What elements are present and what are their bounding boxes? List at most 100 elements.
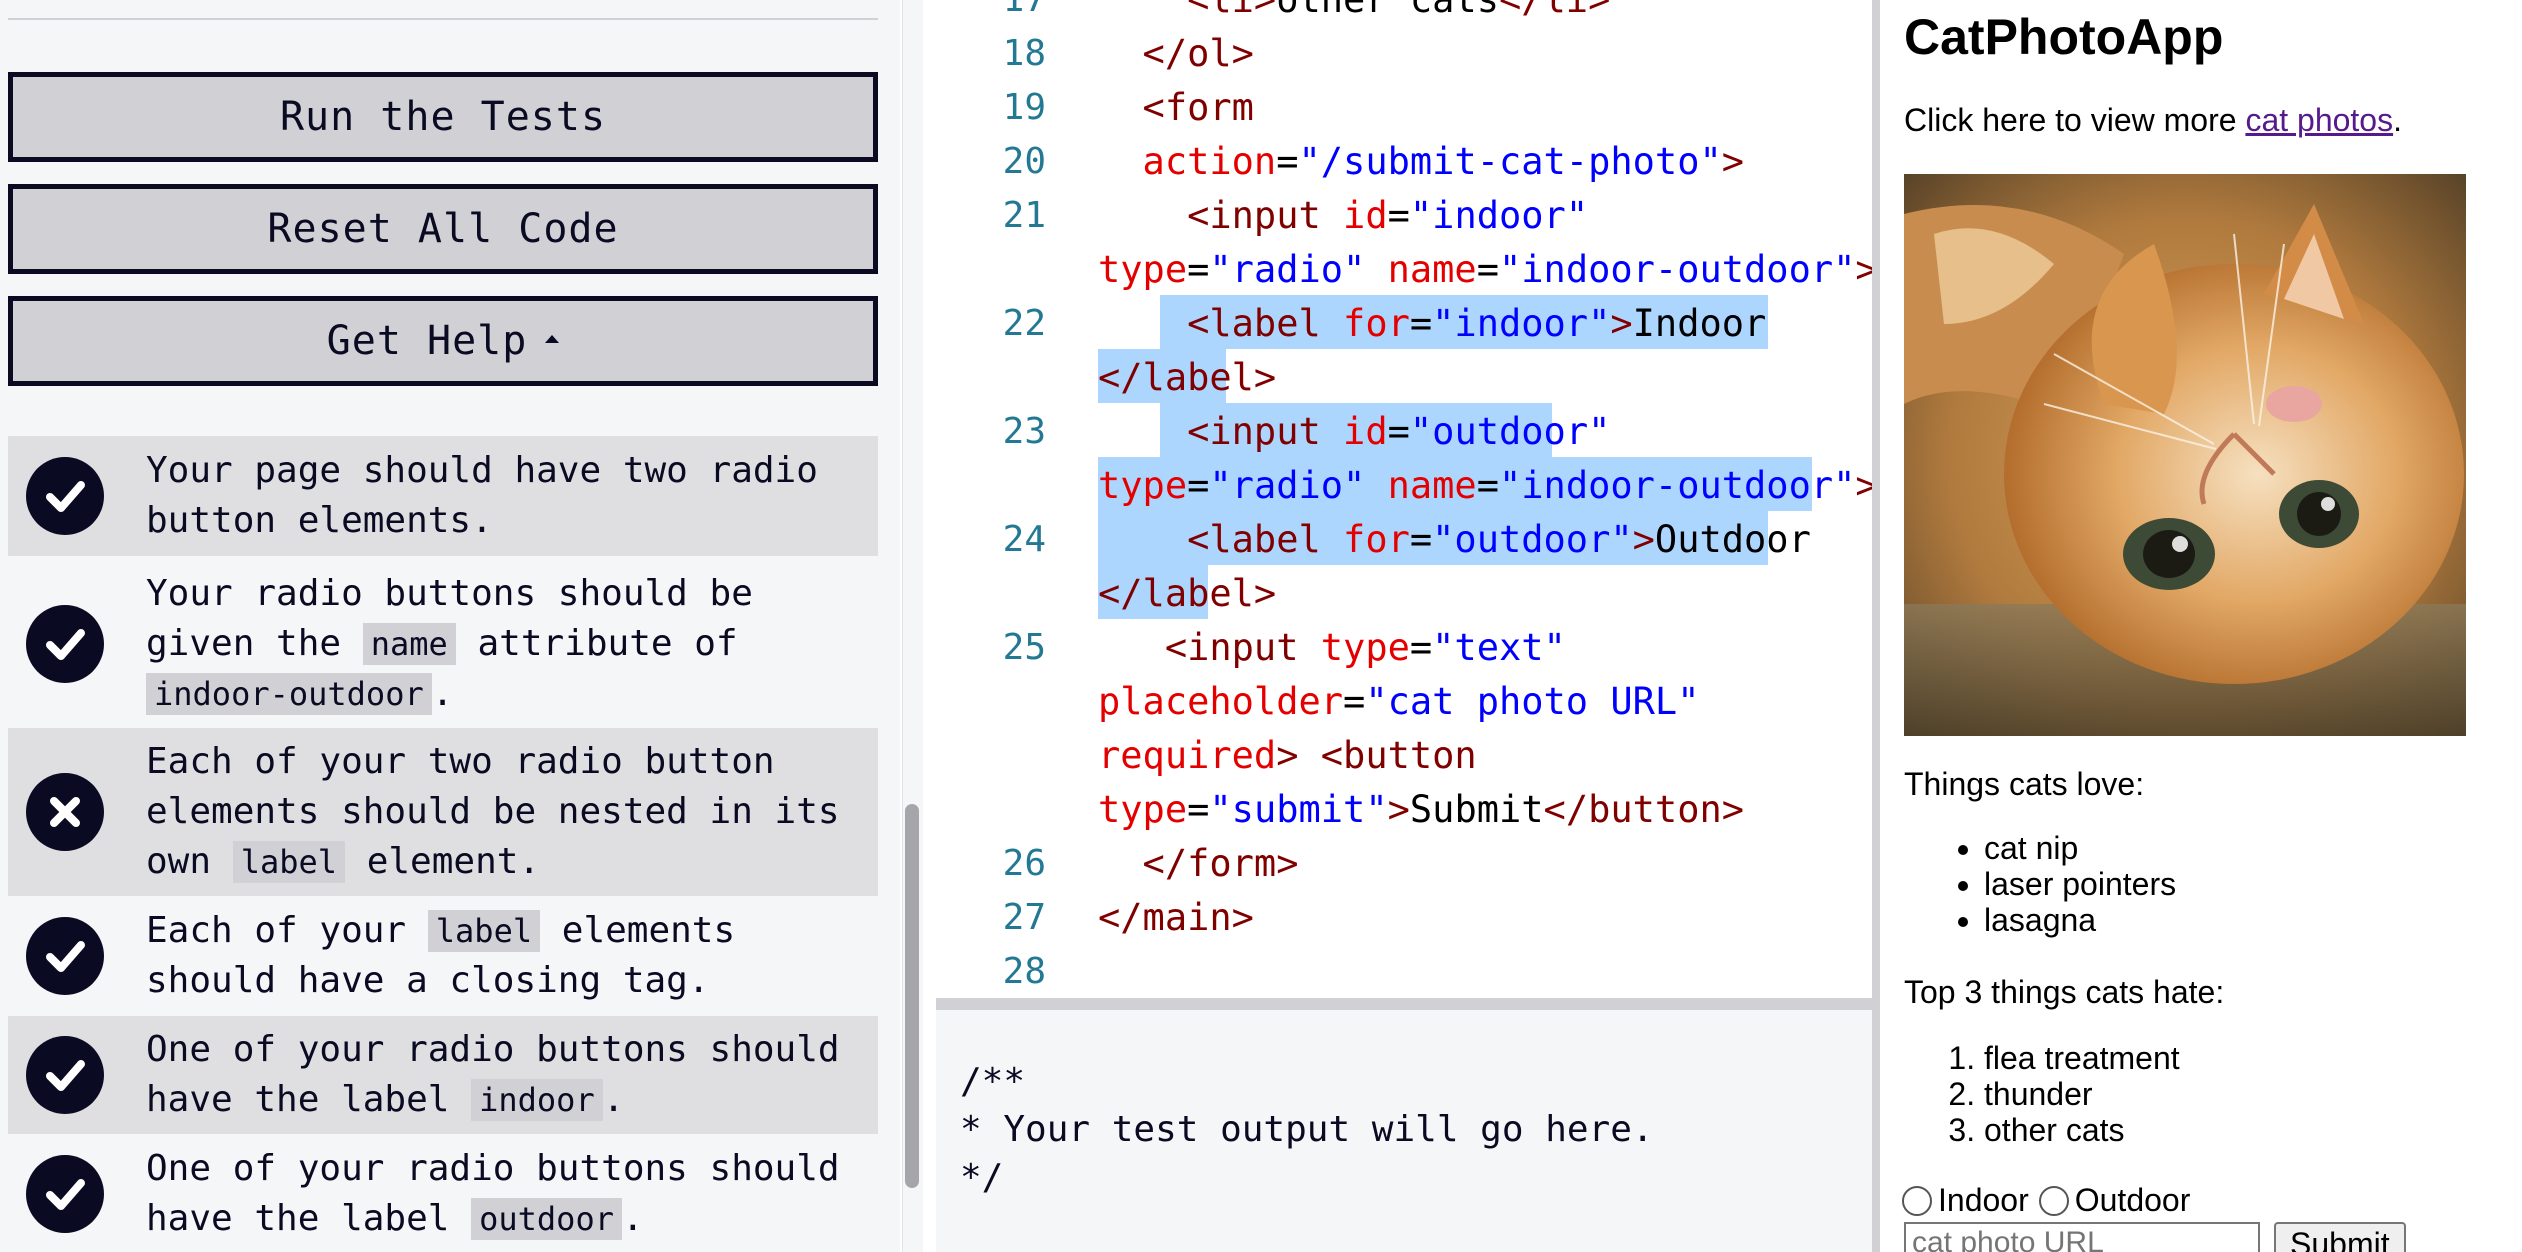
code-token: "outdoor": [1432, 518, 1633, 561]
code-token: </ol>: [1098, 32, 1254, 75]
list-item: cat nip: [1984, 830, 2176, 866]
code-token: >: [1855, 464, 1872, 507]
hate-heading: Top 3 things cats hate:: [1904, 974, 2225, 1010]
line-number: 22: [1002, 303, 1046, 344]
intro-text: Click here to view more: [1904, 102, 2246, 138]
code-line[interactable]: type="radio" name="indoor-outdoor">: [1098, 243, 1872, 297]
indoor-radio[interactable]: [1902, 1185, 1932, 1216]
code-token: other cats: [1276, 0, 1499, 21]
cat-photos-link[interactable]: cat photos: [2245, 102, 2393, 138]
cross-icon: [26, 773, 104, 851]
code-line[interactable]: <input id="outdoor": [1098, 405, 1610, 459]
code-token: =: [1187, 248, 1210, 291]
code-token: =: [1343, 680, 1366, 723]
code-line[interactable]: <label for="indoor">Indoor: [1098, 297, 1766, 351]
outdoor-radio-label[interactable]: Outdoor: [2075, 1182, 2191, 1219]
test-output-text: /** * Your test output will go here. */: [960, 1061, 1654, 1198]
indoor-radio-label[interactable]: Indoor: [1938, 1182, 2029, 1219]
code-token: </li>: [1499, 0, 1610, 21]
instructions-scrollbar-thumb[interactable]: [905, 804, 919, 1188]
code-token: >: [1721, 140, 1745, 183]
code-token: "radio": [1209, 248, 1366, 291]
code-line[interactable]: <input type="text": [1098, 621, 1566, 675]
cat-photo[interactable]: [1904, 174, 2466, 736]
code-token: </form>: [1098, 842, 1299, 885]
test-text-segment: .: [431, 673, 454, 714]
line-number: 23: [1002, 411, 1046, 452]
line-number: 19: [1002, 87, 1046, 128]
check-icon: [26, 917, 104, 995]
test-text-segment: attribute of: [455, 623, 738, 664]
test-text: Each of your label elements should have …: [146, 906, 858, 1006]
code-token: for: [1343, 518, 1410, 561]
line-number: 21: [1002, 195, 1046, 236]
code-token: "indoor": [1409, 194, 1589, 237]
code-line[interactable]: action="/submit-cat-photo">: [1098, 135, 1744, 189]
test-text-segment: element.: [345, 841, 541, 882]
cat-photo-url-input[interactable]: [1904, 1222, 2260, 1252]
code-token: "radio": [1209, 464, 1366, 507]
code-token: name: [1387, 464, 1477, 507]
radio-group: Indoor Outdoor: [1902, 1182, 2190, 1219]
output-splitter[interactable]: [936, 998, 1880, 1010]
run-tests-button[interactable]: Run the Tests: [8, 72, 878, 162]
code-token: =: [1409, 626, 1433, 669]
code-token: =: [1187, 464, 1210, 507]
hate-list: flea treatment thunder other cats: [1904, 1040, 2180, 1148]
code-line[interactable]: </form>: [1098, 837, 1299, 891]
code-line[interactable]: <li>other cats</li>: [1098, 0, 1610, 27]
preview-title: CatPhotoApp: [1904, 9, 2224, 65]
code-line[interactable]: </label>: [1098, 351, 1276, 405]
submit-button[interactable]: Submit: [2274, 1222, 2406, 1252]
line-number: 27: [1002, 897, 1046, 938]
code-token: Submit: [1409, 788, 1544, 831]
code-line[interactable]: type="submit">Submit</button>: [1098, 783, 1744, 837]
code-token: </button>: [1543, 788, 1745, 831]
preview-splitter[interactable]: [1872, 0, 1880, 1252]
reset-code-button[interactable]: Reset All Code: [8, 184, 878, 274]
check-icon: [26, 1036, 104, 1114]
code-line[interactable]: <input id="indoor": [1098, 189, 1588, 243]
code-token: </label>: [1098, 572, 1277, 615]
code-token: =: [1476, 248, 1499, 291]
code-token: "text": [1432, 626, 1566, 669]
test-item: Your page should have two radio button e…: [8, 436, 878, 556]
code-token: </label>: [1098, 356, 1277, 399]
caret-up-icon: [545, 335, 560, 343]
code-token: "submit": [1209, 788, 1388, 831]
outdoor-radio[interactable]: [2038, 1185, 2069, 1216]
test-item: Each of your label elements should have …: [8, 900, 878, 1012]
code-line[interactable]: required> <button: [1098, 729, 1477, 783]
code-token: Indoor: [1632, 302, 1767, 345]
code-token: "outdoor": [1409, 410, 1611, 453]
test-text: One of your radio buttons should have th…: [146, 1144, 858, 1244]
code-line[interactable]: <label for="outdoor">Outdoor: [1098, 513, 1811, 567]
list-item: thunder: [1984, 1076, 2180, 1112]
code-line[interactable]: placeholder="cat photo URL": [1098, 675, 1699, 729]
code-line[interactable]: </main>: [1098, 891, 1254, 945]
code-line[interactable]: type="radio" name="indoor-outdoor">: [1098, 459, 1872, 513]
code-line[interactable]: </ol>: [1098, 27, 1254, 81]
inline-code: indoor: [471, 1079, 603, 1121]
code-token: =: [1409, 302, 1433, 345]
line-number: 24: [1002, 519, 1046, 560]
inline-code: label: [232, 841, 346, 883]
test-item: Your radio buttons should be given the n…: [8, 562, 878, 726]
code-token: <input: [1098, 626, 1321, 669]
code-editor[interactable]: 171819202122232425262728 <li>other cats<…: [936, 0, 1872, 998]
code-token: "cat photo URL": [1365, 680, 1700, 723]
code-token: =: [1187, 788, 1210, 831]
test-text-segment: .: [621, 1198, 644, 1239]
code-token: >: [1610, 302, 1633, 345]
test-output-panel: /** * Your test output will go here. */: [936, 1010, 1872, 1252]
get-help-button[interactable]: Get Help: [8, 296, 878, 386]
code-line[interactable]: </label>: [1098, 567, 1276, 621]
line-number: 20: [1002, 141, 1046, 182]
code-token: "indoor-outdoor": [1499, 464, 1856, 507]
run-tests-label: Run the Tests: [279, 94, 607, 140]
code-line[interactable]: <form: [1098, 81, 1254, 135]
code-token: >: [1855, 248, 1872, 291]
code-token: placeholder: [1098, 680, 1344, 723]
